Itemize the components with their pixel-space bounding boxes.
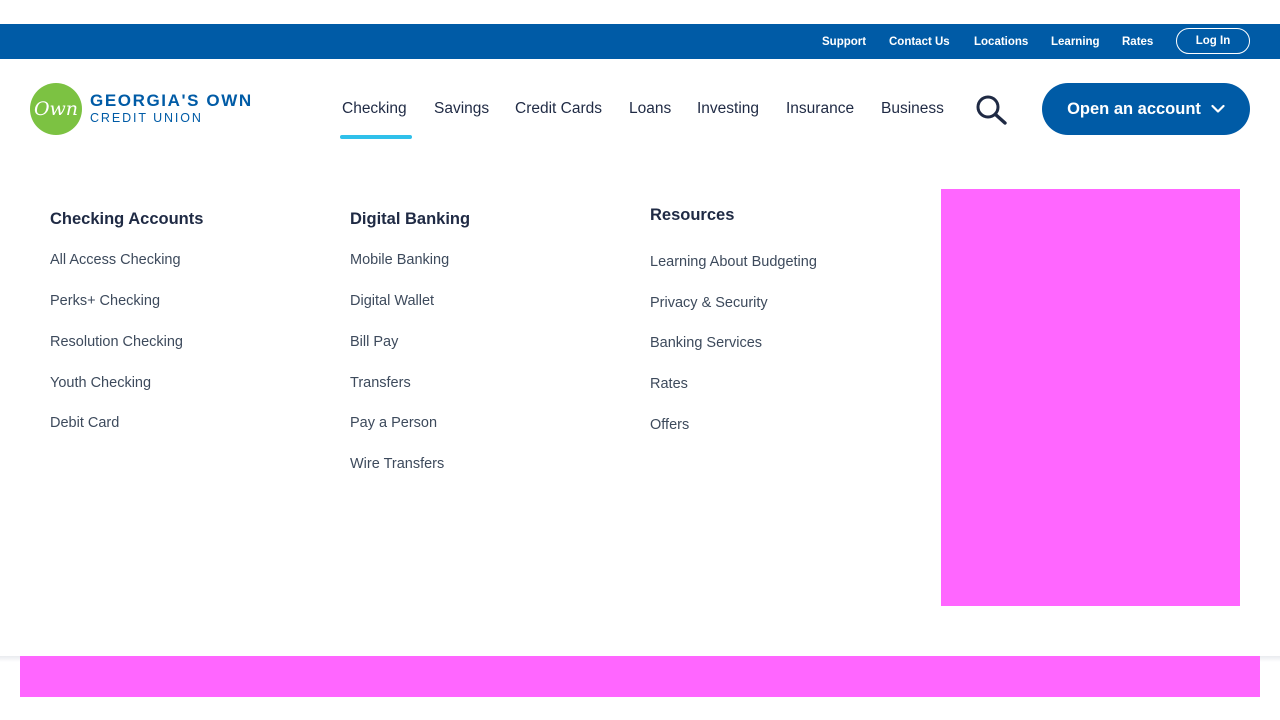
menu-link[interactable]: Transfers: [350, 375, 411, 391]
search-icon: [976, 95, 1007, 125]
hero-banner-placeholder: [20, 656, 1260, 697]
open-account-button[interactable]: Open an account: [1042, 83, 1250, 135]
nav-item-savings[interactable]: Savings: [434, 100, 489, 118]
logo-wordmark: GEORGIA'S OWN: [90, 91, 253, 110]
nav-item-investing[interactable]: Investing: [697, 100, 759, 118]
menu-link[interactable]: Resolution Checking: [50, 334, 183, 350]
menu-heading: Digital Banking: [350, 210, 471, 228]
menu-heading: Resources: [650, 206, 735, 224]
nav-item-credit-cards[interactable]: Credit Cards: [515, 100, 602, 118]
main-header: Own GEORGIA'S OWN CREDIT UNION Checking …: [0, 59, 1280, 159]
chevron-down-icon: [1211, 104, 1225, 113]
utility-link-support[interactable]: Support: [822, 36, 866, 48]
login-button-label: Log In: [1195, 35, 1231, 47]
utility-bar: Support Contact Us Locations Learning Ra…: [0, 24, 1280, 59]
menu-link[interactable]: Perks+ Checking: [50, 293, 160, 309]
promo-image-placeholder[interactable]: [941, 189, 1240, 606]
open-account-label: Open an account: [1067, 99, 1201, 118]
menu-link[interactable]: Digital Wallet: [350, 293, 434, 309]
login-button[interactable]: Log In: [1176, 28, 1250, 54]
nav-active-indicator: [340, 135, 412, 139]
utility-link-contact-us[interactable]: Contact Us: [889, 36, 950, 48]
menu-link[interactable]: Banking Services: [650, 335, 762, 351]
menu-link[interactable]: Wire Transfers: [350, 456, 444, 472]
logo[interactable]: Own GEORGIA'S OWN CREDIT UNION: [30, 83, 280, 135]
top-spacer: [0, 0, 1280, 24]
menu-link[interactable]: Offers: [650, 417, 689, 433]
nav-item-loans[interactable]: Loans: [629, 100, 671, 118]
menu-heading: Checking Accounts: [50, 210, 204, 228]
logo-badge-text: Own: [33, 98, 79, 120]
menu-link[interactable]: Debit Card: [50, 415, 119, 431]
menu-link[interactable]: Youth Checking: [50, 375, 151, 391]
menu-link[interactable]: Pay a Person: [350, 415, 437, 431]
utility-link-locations[interactable]: Locations: [974, 36, 1028, 48]
search-button[interactable]: [974, 93, 1010, 127]
menu-link[interactable]: Rates: [650, 376, 688, 392]
menu-link[interactable]: Bill Pay: [350, 334, 398, 350]
logo-subtitle: CREDIT UNION: [90, 111, 203, 125]
nav-item-checking[interactable]: Checking: [342, 100, 407, 118]
nav-item-business[interactable]: Business: [881, 100, 944, 118]
menu-link[interactable]: All Access Checking: [50, 252, 181, 268]
utility-link-learning[interactable]: Learning: [1051, 36, 1100, 48]
menu-link[interactable]: Mobile Banking: [350, 252, 449, 268]
logo-badge: Own: [30, 83, 82, 135]
utility-link-rates[interactable]: Rates: [1122, 36, 1153, 48]
menu-link[interactable]: Learning About Budgeting: [650, 254, 817, 270]
checking-mega-menu: Checking Accounts All Access Checking Pe…: [0, 159, 1280, 656]
menu-link[interactable]: Privacy & Security: [650, 295, 768, 311]
nav-item-insurance[interactable]: Insurance: [786, 100, 854, 118]
